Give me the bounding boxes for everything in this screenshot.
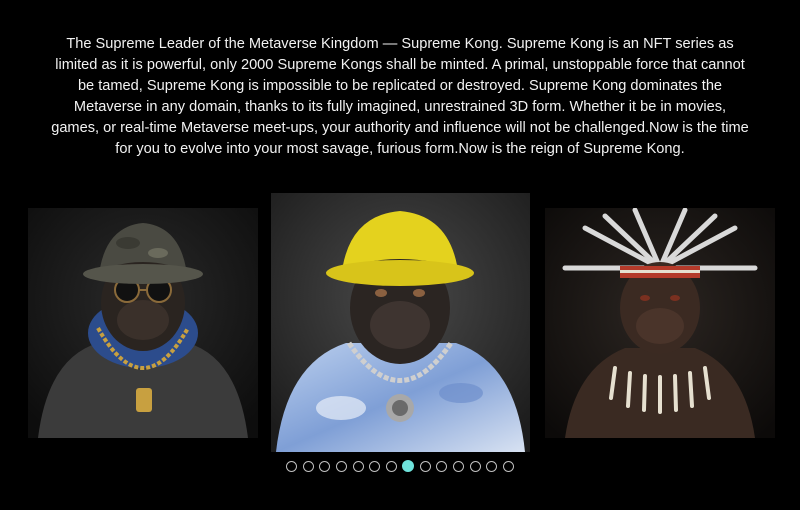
carousel-dot[interactable] [335,461,347,472]
carousel-slide-camo-kong[interactable] [28,208,258,438]
carousel-dot[interactable] [319,461,331,472]
carousel-dot-active[interactable] [402,460,415,472]
carousel-dot[interactable] [286,461,298,472]
carousel-dot[interactable] [453,461,465,472]
yellow-hat-kong-image [271,193,530,452]
camo-kong-image [28,208,258,438]
carousel-slide-yellow-hat-kong[interactable] [271,193,530,452]
carousel-pagination [0,459,800,475]
carousel-dot[interactable] [302,461,314,472]
headdress-kong-image [545,208,775,438]
carousel-slide-headdress-kong[interactable] [545,208,775,438]
carousel-dot[interactable] [419,461,431,472]
carousel-dot[interactable] [486,461,498,472]
intro-paragraph: The Supreme Leader of the Metaverse King… [51,36,749,157]
carousel-dot[interactable] [369,461,381,472]
carousel-dot[interactable] [352,461,364,472]
carousel-dot[interactable] [502,461,514,472]
carousel-dot[interactable] [436,461,448,472]
carousel-dot[interactable] [385,461,397,472]
carousel-dot[interactable] [469,461,481,472]
